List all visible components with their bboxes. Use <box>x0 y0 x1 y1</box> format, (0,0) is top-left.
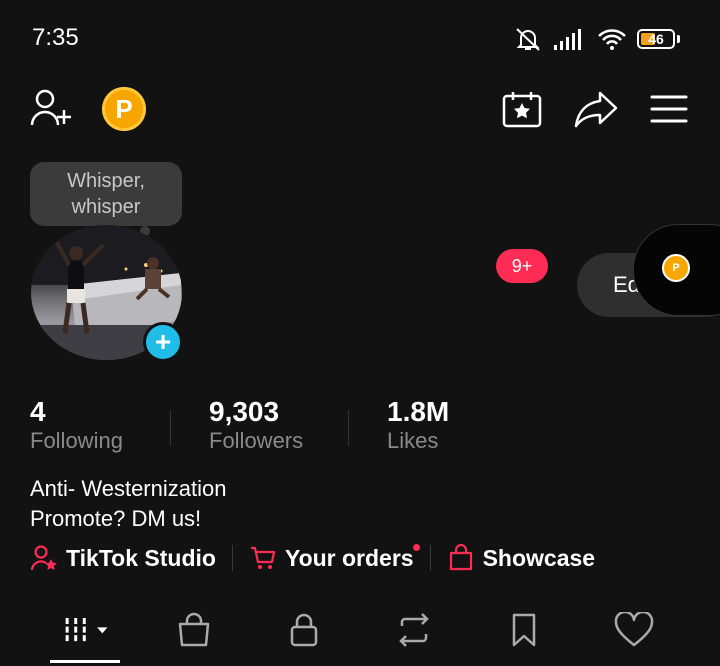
link-divider <box>429 545 431 571</box>
menu-icon[interactable] <box>650 94 688 124</box>
stat-following[interactable]: 4 Following <box>30 396 123 454</box>
stat-value: 4 <box>30 396 46 427</box>
showcase-link[interactable]: Showcase <box>447 544 596 572</box>
heart-icon <box>614 612 654 647</box>
mute-bell-icon <box>516 28 540 51</box>
tab-shop[interactable] <box>170 610 218 650</box>
status-time: 7:35 <box>32 24 79 51</box>
coin-button[interactable]: P <box>102 87 146 131</box>
shop-bag-icon <box>178 612 210 647</box>
battery-percent: 46 <box>648 31 664 47</box>
bio-line-2: Promote? DM us! <box>30 506 202 531</box>
tiktok-studio-link[interactable]: TikTok Studio <box>30 544 216 572</box>
studio-label: TikTok Studio <box>66 544 216 571</box>
stat-likes[interactable]: 1.8M Likes <box>387 396 449 454</box>
share-icon[interactable] <box>574 90 618 128</box>
coin-letter: P <box>115 93 133 124</box>
bookmark-icon <box>512 613 536 647</box>
whisper-tooltip: Whisper, whisper <box>30 162 182 226</box>
tooltip-line-2: whisper <box>71 196 141 218</box>
stat-label: Following <box>30 428 123 453</box>
showcase-label: Showcase <box>482 544 596 571</box>
lock-icon <box>290 613 318 647</box>
tooltip-line-1: Whisper, <box>67 170 145 192</box>
add-friend-icon[interactable] <box>30 88 74 128</box>
calendar-star-icon[interactable] <box>502 90 542 128</box>
active-tab-indicator <box>50 660 120 663</box>
tab-videos[interactable] <box>62 610 110 650</box>
profile-links: TikTok Studio Your orders Showcase <box>30 544 595 572</box>
stat-label: Likes <box>387 428 439 453</box>
status-icons: 46 <box>513 26 680 52</box>
notification-badge[interactable]: 9+ <box>496 249 548 283</box>
battery-tip <box>677 35 680 43</box>
your-orders-link[interactable]: Your orders <box>249 544 420 572</box>
tab-private[interactable] <box>280 610 328 650</box>
link-divider <box>231 545 233 571</box>
stat-divider <box>348 410 349 446</box>
battery-indicator: 46 <box>637 29 675 49</box>
cart-icon <box>250 546 276 569</box>
stat-followers[interactable]: 9,303 Followers <box>209 396 303 454</box>
bio-line-1: Anti- Westernization <box>30 476 227 501</box>
wifi-icon <box>598 29 626 50</box>
signal-icon <box>554 29 581 50</box>
stat-value: 9,303 <box>209 396 280 427</box>
plus-icon: + <box>154 326 172 357</box>
tab-liked[interactable] <box>610 610 658 650</box>
add-avatar-button[interactable]: + <box>143 322 183 362</box>
studio-user-star-icon <box>30 545 57 571</box>
stat-value: 1.8M <box>387 396 450 427</box>
tab-saved[interactable] <box>500 610 548 650</box>
videos-grid-icon <box>65 618 108 642</box>
orders-label: Your orders <box>284 544 414 571</box>
repost-icon <box>399 613 429 647</box>
stat-divider <box>170 410 171 446</box>
floating-coin-icon[interactable]: P <box>662 254 690 282</box>
stat-label: Followers <box>209 428 304 453</box>
orders-notification-dot <box>412 544 420 551</box>
tab-reposts[interactable] <box>390 610 438 650</box>
profile-bio: Anti- Westernization Promote? DM us! <box>30 474 226 534</box>
bag-icon <box>449 544 472 571</box>
floating-coin-letter: P <box>672 262 680 274</box>
